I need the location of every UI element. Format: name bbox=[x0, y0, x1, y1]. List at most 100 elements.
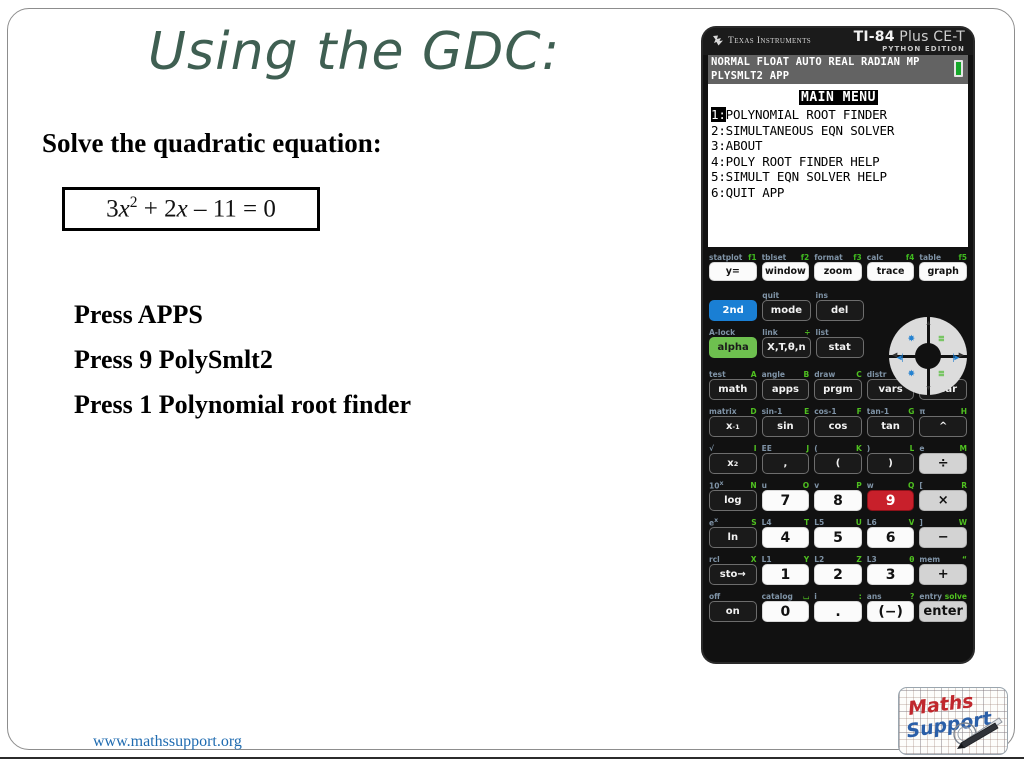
key-enter[interactable]: enter bbox=[919, 601, 967, 622]
key-trace[interactable]: trace bbox=[866, 262, 915, 281]
key-graph[interactable]: graph bbox=[919, 262, 967, 281]
key-open-paren[interactable]: ( bbox=[814, 453, 862, 474]
fkey-label: f2 bbox=[800, 253, 810, 262]
second-label: angle bbox=[761, 370, 786, 379]
key-on[interactable]: on bbox=[709, 601, 757, 622]
alpha-label: T bbox=[804, 518, 810, 527]
model-name-light: Plus CE-T bbox=[894, 29, 965, 45]
fkey-label-cell: calc f4 bbox=[867, 253, 915, 262]
key-5[interactable]: 5 bbox=[814, 527, 862, 548]
second-label: ( bbox=[814, 444, 818, 453]
second-label: mem bbox=[919, 555, 941, 564]
second-label: statplot bbox=[709, 253, 743, 262]
key-ln[interactable]: ln bbox=[709, 527, 757, 548]
screen-menu-item[interactable]: 6:QUIT APP bbox=[711, 185, 966, 201]
key-9[interactable]: 9 bbox=[866, 490, 915, 511]
key-divide[interactable]: ÷ bbox=[919, 453, 967, 474]
second-label: table bbox=[919, 253, 942, 262]
alpha-label: B bbox=[803, 370, 810, 379]
key-store[interactable]: sto→ bbox=[709, 564, 757, 585]
menu-sep-text: : bbox=[718, 169, 726, 184]
dpad-hub bbox=[915, 343, 941, 369]
second-label: matrix bbox=[709, 407, 737, 416]
key-math[interactable]: math bbox=[709, 379, 757, 400]
key-4[interactable]: 4 bbox=[761, 527, 810, 548]
second-label: w bbox=[866, 481, 874, 490]
footer-url-link[interactable]: www.mathssupport.org bbox=[93, 733, 242, 751]
key-prgm[interactable]: prgm bbox=[814, 379, 862, 400]
key-6[interactable]: 6 bbox=[866, 527, 915, 548]
key-tan[interactable]: tan bbox=[866, 416, 915, 437]
second-label: v bbox=[814, 481, 820, 490]
key-2nd[interactable]: 2nd bbox=[709, 300, 758, 321]
alpha-label: Q bbox=[907, 481, 915, 490]
key-del[interactable]: del bbox=[815, 300, 864, 321]
key-cos[interactable]: cos bbox=[814, 416, 862, 437]
key-sin[interactable]: sin bbox=[761, 416, 810, 437]
key-1[interactable]: 1 bbox=[761, 564, 810, 585]
key-stat[interactable]: stat bbox=[815, 337, 864, 358]
key-0[interactable]: 0 bbox=[761, 601, 810, 622]
screen-menu-item[interactable]: 2:SIMULTANEOUS EQN SOLVER bbox=[711, 123, 966, 139]
key-reciprocal[interactable]: x -1 bbox=[709, 416, 757, 437]
key-negate[interactable]: (−) bbox=[866, 601, 915, 622]
key-add[interactable]: + bbox=[919, 564, 967, 585]
key-y-equals[interactable]: y= bbox=[709, 262, 757, 281]
second-label: A-lock bbox=[709, 328, 736, 337]
arrow-right-icon[interactable]: ▶ bbox=[959, 352, 964, 359]
key-square[interactable]: x2 bbox=[709, 453, 757, 474]
arrow-up-icon[interactable]: ▲ bbox=[925, 320, 932, 327]
brand-name: Texas Instruments bbox=[728, 35, 812, 46]
screen-menu-item[interactable]: 3:ABOUT bbox=[711, 138, 966, 154]
calculator-screen[interactable]: NORMAL FLOAT AUTO REAL RADIAN MP PLYSMLT… bbox=[708, 55, 968, 247]
key-zoom[interactable]: zoom bbox=[814, 262, 862, 281]
contrast-down-icon: ≣ bbox=[938, 369, 945, 378]
alpha-label: S bbox=[751, 518, 757, 527]
key-comma[interactable]: , bbox=[761, 453, 810, 474]
key-variable-x[interactable]: X,T,θ,n bbox=[762, 337, 811, 358]
key-2[interactable]: 2 bbox=[814, 564, 862, 585]
direction-pad[interactable]: ▲ ▼ ◀ ▶ ✵ ≣ ✵ ≣ ◂| |▸ bbox=[889, 317, 967, 395]
alpha-label: L bbox=[909, 444, 915, 453]
key-decimal-point[interactable]: . bbox=[814, 601, 862, 622]
key-8[interactable]: 8 bbox=[814, 490, 862, 511]
alpha-label: C bbox=[856, 370, 862, 379]
key-apps[interactable]: apps bbox=[761, 379, 810, 400]
key-window[interactable]: window bbox=[761, 262, 810, 281]
key-alpha[interactable]: alpha bbox=[709, 337, 758, 358]
second-label: L2 bbox=[814, 555, 825, 564]
dpad-wheel[interactable]: ▲ ▼ ◀ ▶ ✵ ≣ ✵ ≣ ◂| |▸ bbox=[889, 317, 967, 395]
pens-icon bbox=[953, 717, 1003, 749]
brightness-up-icon: ✵ bbox=[908, 334, 915, 343]
screen-menu-item[interactable]: 5:SIMULT EQN SOLVER HELP bbox=[711, 169, 966, 185]
key-subtract[interactable]: − bbox=[919, 527, 967, 548]
equation-var-b: x bbox=[176, 195, 188, 223]
calculator-brand-bar: Texas Instruments TI-84 Plus CE-T PYTHON… bbox=[703, 28, 973, 55]
alpha-label: R bbox=[961, 481, 967, 490]
key-3[interactable]: 3 bbox=[866, 564, 915, 585]
equation-rhs: 0 bbox=[263, 195, 276, 223]
alpha-label-row: A-lock link ÷ list bbox=[709, 326, 864, 337]
ti84-calculator: Texas Instruments TI-84 Plus CE-T PYTHON… bbox=[703, 28, 973, 662]
screen-menu-item[interactable]: 1:POLYNOMIAL ROOT FINDER bbox=[711, 107, 966, 123]
fkey-label-row: statplot f1 tblset f2 format f3 calc f4 tabl… bbox=[709, 251, 967, 262]
menu-item-number: 2: bbox=[711, 123, 726, 138]
key-7[interactable]: 7 bbox=[761, 490, 810, 511]
screen-menu-item[interactable]: 4:POLY ROOT FINDER HELP bbox=[711, 154, 966, 170]
alpha-label: M bbox=[959, 444, 967, 453]
equation-var-a: x bbox=[118, 195, 130, 223]
second-label: rcl bbox=[709, 555, 720, 564]
mode-label-row: quit ins bbox=[709, 289, 864, 300]
key-power[interactable]: ^ bbox=[919, 416, 967, 437]
second-label: u bbox=[761, 481, 767, 490]
equation-plus: + bbox=[137, 195, 165, 223]
key-log[interactable]: log bbox=[709, 490, 757, 511]
key-mode[interactable]: mode bbox=[762, 300, 811, 321]
screen-content: MAIN MENU 1:POLYNOMIAL ROOT FINDER 2:SIM… bbox=[708, 84, 968, 200]
arrow-down-icon[interactable]: ▼ bbox=[925, 385, 932, 392]
key-multiply[interactable]: × bbox=[919, 490, 967, 511]
second-label: calc bbox=[866, 253, 884, 262]
second-label: list bbox=[815, 328, 829, 337]
alpha-label: “ bbox=[962, 555, 967, 564]
key-close-paren[interactable]: ) bbox=[866, 453, 915, 474]
